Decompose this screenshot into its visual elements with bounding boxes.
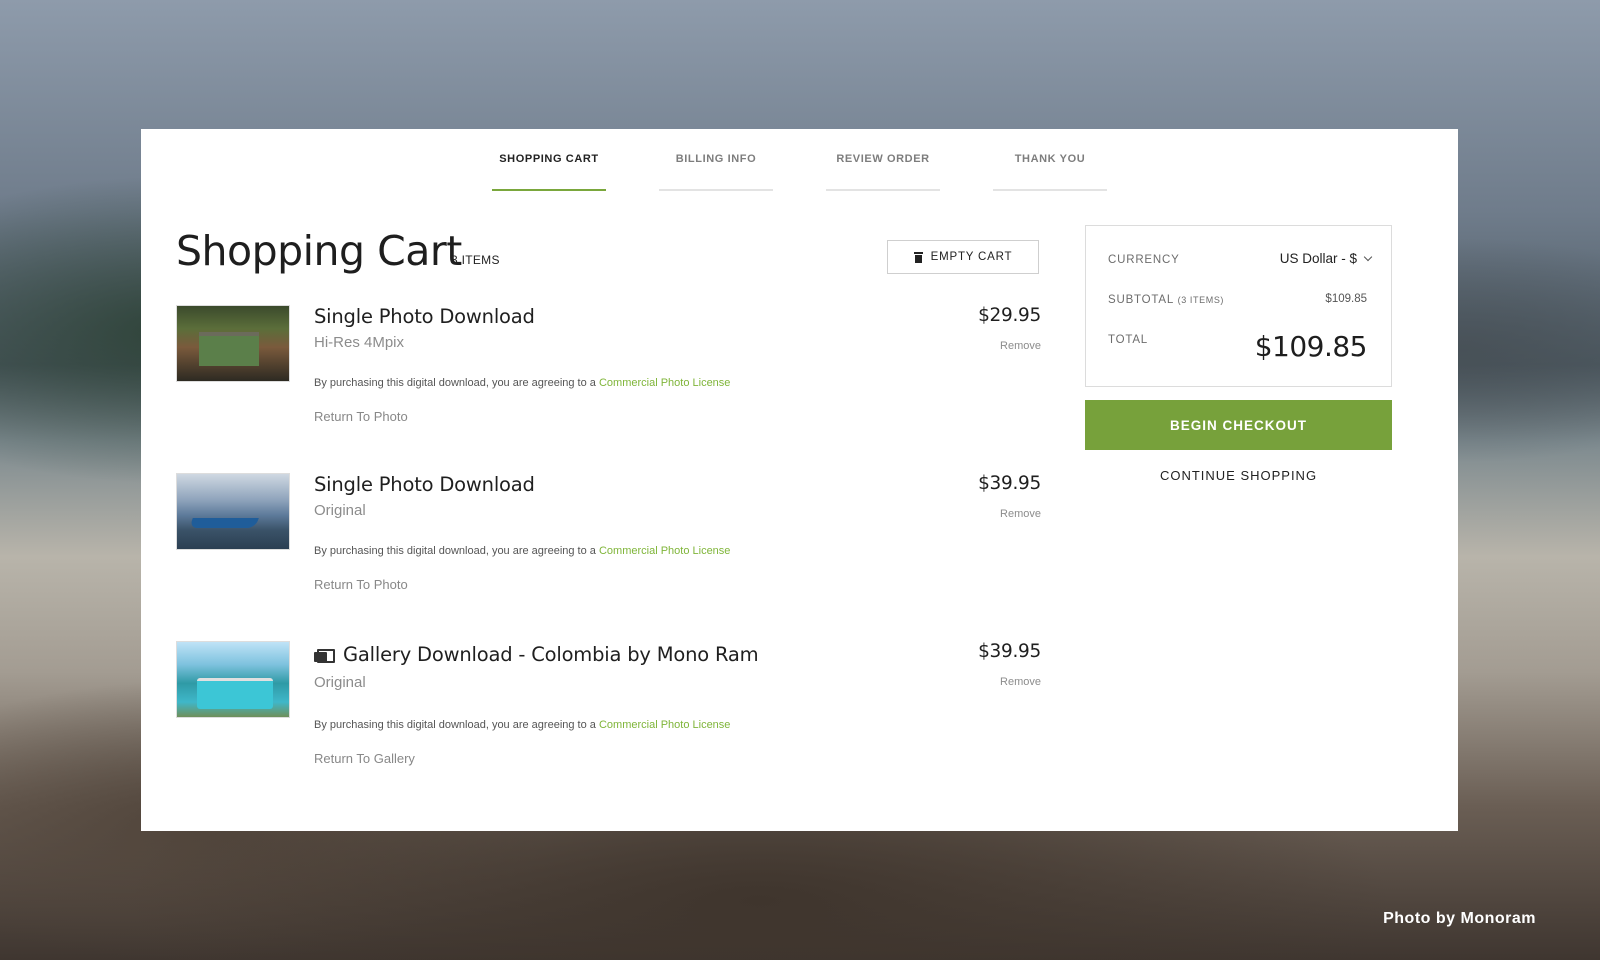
step-billing-info[interactable]: BILLING INFO <box>659 129 773 191</box>
license-notice: By purchasing this digital download, you… <box>314 719 730 731</box>
currency-label: CURRENCY <box>1108 254 1180 266</box>
item-title: Single Photo Download <box>314 473 535 496</box>
item-variant: Hi-Res 4Mpix <box>314 334 405 351</box>
item-count: 3 ITEMS <box>451 253 500 267</box>
subtotal-item-count: (3 ITEMS) <box>1177 295 1225 305</box>
cart-item: Gallery Download - Colombia by Mono Ram … <box>176 641 1041 781</box>
chevron-down-icon <box>1363 252 1373 262</box>
subtotal-value: $109.85 <box>1325 293 1367 305</box>
license-text: By purchasing this digital download, you… <box>314 545 599 557</box>
license-link[interactable]: Commercial Photo License <box>599 545 730 557</box>
item-title: Single Photo Download <box>314 305 535 328</box>
step-thank-you[interactable]: THANK YOU <box>993 129 1107 191</box>
photo-credit: Photo by Monoram <box>1383 910 1536 927</box>
gallery-icon <box>314 649 335 663</box>
cart-item: Single Photo Download Hi-Res 4Mpix By pu… <box>176 305 1041 445</box>
license-text: By purchasing this digital download, you… <box>314 377 599 389</box>
page-title: Shopping Cart <box>176 227 462 275</box>
item-variant: Original <box>314 674 366 691</box>
remove-item-link[interactable]: Remove <box>1000 340 1041 352</box>
item-title: Gallery Download - Colombia by Mono Ram <box>314 643 759 666</box>
license-link[interactable]: Commercial Photo License <box>599 377 730 389</box>
checkout-steps: SHOPPING CART BILLING INFO REVIEW ORDER … <box>141 129 1458 191</box>
continue-shopping-link[interactable]: CONTINUE SHOPPING <box>1085 468 1392 483</box>
item-thumbnail[interactable] <box>176 641 290 718</box>
item-variant: Original <box>314 502 366 519</box>
remove-item-link[interactable]: Remove <box>1000 676 1041 688</box>
item-price: $39.95 <box>978 641 1041 662</box>
step-review-order[interactable]: REVIEW ORDER <box>826 129 940 191</box>
cart-card: SHOPPING CART BILLING INFO REVIEW ORDER … <box>141 129 1458 831</box>
return-to-photo-link[interactable]: Return To Photo <box>314 409 408 424</box>
return-to-photo-link[interactable]: Return To Photo <box>314 577 408 592</box>
license-link[interactable]: Commercial Photo License <box>599 719 730 731</box>
total-value: $109.85 <box>1254 330 1368 363</box>
license-text: By purchasing this digital download, you… <box>314 719 599 731</box>
return-to-gallery-link[interactable]: Return To Gallery <box>314 751 415 766</box>
order-summary: CURRENCY US Dollar - $ SUBTOTAL (3 ITEMS… <box>1085 225 1392 387</box>
item-price: $39.95 <box>978 473 1041 494</box>
item-thumbnail[interactable] <box>176 473 290 550</box>
begin-checkout-button[interactable]: BEGIN CHECKOUT <box>1085 400 1392 450</box>
remove-item-link[interactable]: Remove <box>1000 508 1041 520</box>
license-notice: By purchasing this digital download, you… <box>314 545 730 557</box>
item-title-text: Gallery Download - Colombia by Mono Ram <box>343 643 759 666</box>
currency-select[interactable]: US Dollar - $ <box>1279 251 1373 266</box>
total-label: TOTAL <box>1108 334 1148 346</box>
subtotal-label: SUBTOTAL (3 ITEMS) <box>1108 294 1224 306</box>
subtotal-label-text: SUBTOTAL <box>1108 294 1174 306</box>
empty-cart-button[interactable]: EMPTY CART <box>887 240 1039 274</box>
trash-icon <box>913 251 923 263</box>
currency-value: US Dollar - $ <box>1279 251 1357 266</box>
step-shopping-cart[interactable]: SHOPPING CART <box>492 129 606 191</box>
item-thumbnail[interactable] <box>176 305 290 382</box>
cart-item: Single Photo Download Original By purcha… <box>176 473 1041 613</box>
license-notice: By purchasing this digital download, you… <box>314 377 730 389</box>
empty-cart-label: EMPTY CART <box>930 251 1013 263</box>
item-price: $29.95 <box>978 305 1041 326</box>
